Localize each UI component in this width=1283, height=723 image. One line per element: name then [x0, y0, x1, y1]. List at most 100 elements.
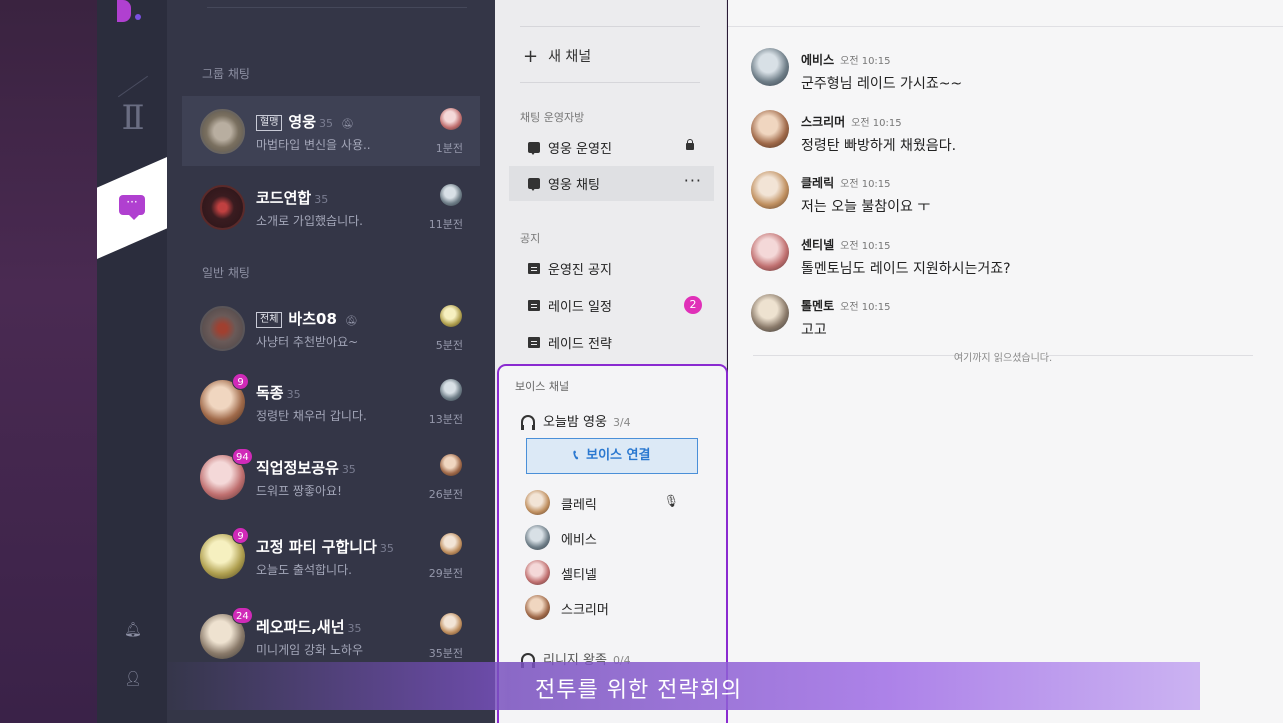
- chat-nav-button[interactable]: ···: [97, 157, 167, 259]
- document-icon: [528, 263, 540, 274]
- member-count: 35: [347, 622, 362, 635]
- message: 스크리머 오전 10:15 정령탄 빠방하게 채웠음다.: [751, 110, 1271, 170]
- sender-name: 센티넬: [801, 238, 835, 252]
- chat-row-3[interactable]: 9 독종 35 정령탄 채우러 갑니다. 13분전: [182, 367, 480, 437]
- avatar: [440, 533, 462, 555]
- app-rail: Ⅱ ··· 🔔︎ 👤︎: [97, 0, 167, 723]
- message: 센티넬 오전 10:15 톨멘토님도 레이드 지원하시는거죠?: [751, 233, 1271, 293]
- more-icon[interactable]: ···: [684, 171, 702, 190]
- chat-row-0[interactable]: 혈맹 영웅 35 🔕︎ 마법타입 변신을 사용.. 1분전: [182, 96, 480, 166]
- chat-row-1[interactable]: 코드연합 35 소개로 가입했습니다. 11분전: [182, 172, 480, 242]
- chat-tag: 전체: [256, 312, 283, 328]
- member-count: 35: [314, 193, 329, 206]
- sender-name: 톨멘토: [801, 299, 835, 313]
- chat-time: 11분전: [428, 218, 463, 231]
- member-count: 35: [286, 388, 301, 401]
- voice-connect-button[interactable]: 📞︎ 보이스 연결: [526, 438, 698, 474]
- chat-time: 1분전: [435, 142, 463, 155]
- avatar: [525, 525, 550, 550]
- avatar: [200, 306, 245, 351]
- message-text: 톨멘토님도 레이드 지원하시는거죠?: [801, 261, 1011, 277]
- voice-member[interactable]: 셀티넬: [525, 560, 705, 586]
- voice-member[interactable]: 클레릭 🎙︎: [525, 490, 705, 516]
- user-icon[interactable]: 👤︎: [124, 671, 142, 687]
- chat-row-2[interactable]: 전체 바츠08 🔕︎ 사냥터 추천받아요~ 5분전: [182, 293, 480, 363]
- chat-list-panel: 그룹 채팅 혈맹 영웅 35 🔕︎ 마법타입 변신을 사용.. 1분전 코드연합 35 …: [167, 0, 495, 723]
- voice-channel-label: 보이스 채널: [515, 380, 570, 393]
- channel-ops-staff[interactable]: 영웅 운영진: [509, 130, 714, 165]
- avatar[interactable]: [751, 233, 789, 271]
- chat-title: 코드연합: [256, 189, 312, 207]
- avatar: [525, 560, 550, 585]
- chat-row-4[interactable]: 94 직업정보공유 35 드워프 짱좋아요! 26분전: [182, 442, 480, 512]
- channel-raid-strategy[interactable]: 레이드 전략: [509, 325, 714, 360]
- lock-icon: [686, 139, 694, 150]
- mic-muted-icon: 🎙︎: [663, 494, 679, 508]
- chat-title: 고정 파티 구합니다: [256, 538, 377, 556]
- chat-title: 영웅: [288, 113, 317, 131]
- avatar[interactable]: [751, 48, 789, 86]
- channel-raid-schedule[interactable]: 레이드 일정 2: [509, 288, 714, 323]
- chat-time: 29분전: [428, 567, 463, 580]
- chat-messages-panel: 에비스오전 10:15 군주형님 레이드 가시죠~~ 스크리머 오전 10:15 …: [728, 0, 1283, 723]
- unread-badge: 24: [232, 607, 253, 624]
- channel-staff-notice[interactable]: 운영진 공지: [509, 251, 714, 286]
- video-subtitle: 전투를 위한 전략회의: [167, 662, 1200, 710]
- member-count: 35: [341, 463, 356, 476]
- avatar: [525, 595, 550, 620]
- mute-icon: 🔕︎: [341, 119, 354, 130]
- background-left: [0, 0, 97, 723]
- avatar: [440, 184, 462, 206]
- avatar: [200, 109, 245, 154]
- chat-time: 13분전: [428, 413, 463, 426]
- chat-preview: 오늘도 출석합니다.: [256, 563, 352, 577]
- avatar: [440, 108, 462, 130]
- chat-preview: 정령탄 채우러 갑니다.: [256, 409, 367, 423]
- new-channel-button[interactable]: + 새 채널: [523, 46, 591, 67]
- avatar[interactable]: [751, 110, 789, 148]
- avatar: [200, 185, 245, 230]
- member-count: 35: [379, 542, 394, 555]
- chat-time: 5분전: [435, 339, 463, 352]
- app-logo-icon: [111, 0, 141, 26]
- voice-member[interactable]: 스크리머: [525, 595, 705, 621]
- message-time: 오전 10:15: [851, 118, 902, 129]
- message-time: 오전 10:15: [840, 179, 891, 190]
- message-time: 오전 10:15: [840, 241, 891, 252]
- chat-preview: 소개로 가입했습니다.: [256, 214, 363, 228]
- voice-member[interactable]: 에비스: [525, 525, 705, 551]
- voice-room-tonight-hero[interactable]: 오늘밤 영웅 3/4: [521, 411, 631, 430]
- unread-badge: 94: [232, 448, 253, 465]
- chat-preview: 마법타입 변신을 사용..: [256, 138, 371, 152]
- sender-name: 에비스: [801, 53, 835, 67]
- game-lineage-icon[interactable]: Ⅱ: [115, 80, 151, 156]
- chat-bubble-icon: ···: [119, 195, 145, 220]
- avatar[interactable]: [751, 171, 789, 209]
- avatar: [440, 305, 462, 327]
- mute-icon: 🔕︎: [344, 316, 358, 327]
- chat-time: 26분전: [428, 488, 463, 501]
- bell-icon[interactable]: 🔔︎: [124, 622, 142, 638]
- ops-room-label: 채팅 운영자방: [520, 111, 585, 124]
- chat-title: 직업정보공유: [256, 459, 339, 477]
- chat-title: 바츠08: [288, 310, 337, 328]
- message-text: 고고: [801, 322, 827, 338]
- document-icon: [528, 337, 540, 348]
- chat-bubble-icon: [528, 142, 540, 155]
- chat-row-5[interactable]: 9 고정 파티 구합니다 35 오늘도 출석합니다. 29분전: [182, 521, 480, 591]
- chat-preview: 드워프 짱좋아요!: [256, 484, 342, 498]
- sender-name: 클레릭: [801, 176, 835, 190]
- plus-icon: +: [523, 46, 539, 67]
- avatar[interactable]: [751, 294, 789, 332]
- channel-hero-chat[interactable]: 영웅 채팅 ···: [509, 166, 714, 201]
- unread-badge: 9: [232, 373, 249, 390]
- message-text: 군주형님 레이드 가시죠~~: [801, 76, 963, 92]
- chat-row-6[interactable]: 24 레오파드,새넌 35 미니게임 강화 노하우 35분전: [182, 601, 480, 671]
- message-time: 오전 10:15: [840, 302, 891, 313]
- chat-title: 레오파드,새넌: [256, 618, 345, 636]
- chat-preview: 사냥터 추천받아요~: [256, 335, 359, 349]
- member-count: 35: [319, 117, 334, 130]
- phone-icon: 📞︎: [573, 448, 579, 463]
- read-marker: 여기까지 읽으셨습니다.: [753, 353, 1253, 364]
- document-icon: [528, 300, 540, 311]
